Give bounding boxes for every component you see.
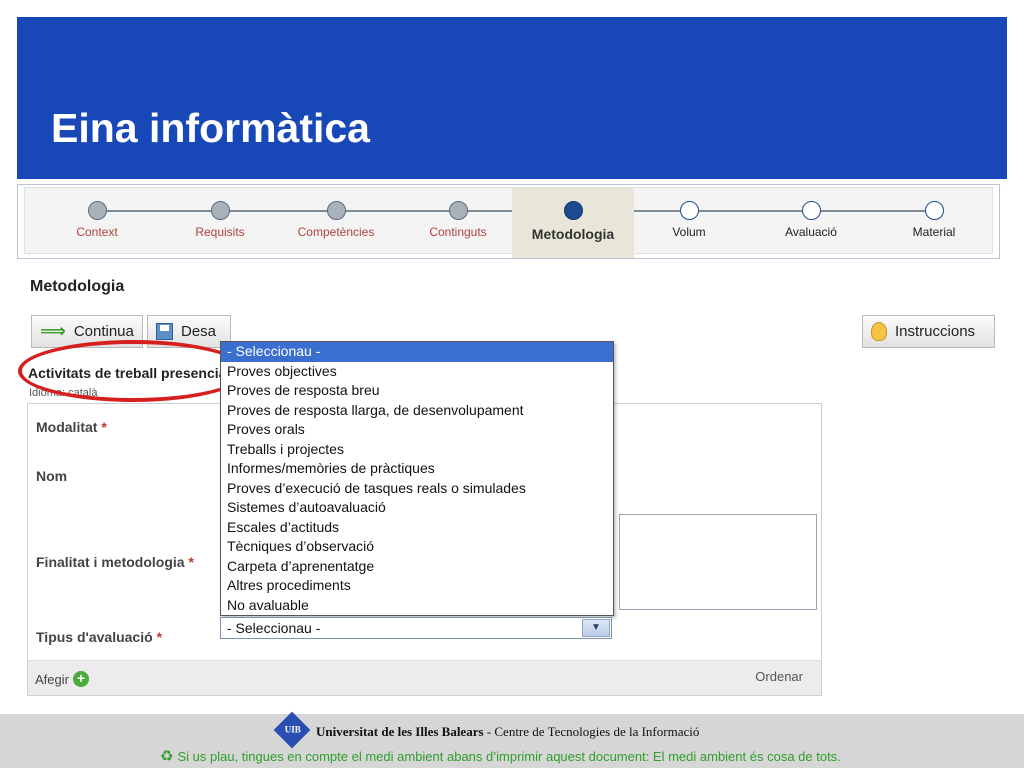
step-dot <box>88 201 107 220</box>
section-title: Metodologia <box>30 278 125 295</box>
footer-credits: Universitat de les Illes Balears - Centr… <box>316 724 699 740</box>
step-wizard-track: Context Requisits Competències Contingut… <box>24 187 993 258</box>
evaluation-type-select[interactable]: - Seleccionau - ▼ <box>220 617 612 639</box>
required-mark: * <box>156 629 163 645</box>
tipus-label: Tipus d'avaluació * <box>36 629 162 645</box>
highlight-ellipse <box>18 340 248 402</box>
dropdown-option[interactable]: Informes/memòries de pràctiques <box>221 459 613 479</box>
tipus-text: Tipus d'avaluació <box>36 629 153 645</box>
step-dot <box>564 201 583 220</box>
finalitat-label: Finalitat i metodologia * <box>36 554 194 570</box>
centre-name: - Centre de Tecnologies de la Informació <box>483 724 700 739</box>
step-label: Context <box>76 225 118 239</box>
form-footer: Afegir + Ordenar <box>28 660 821 695</box>
step-dot <box>449 201 468 220</box>
required-mark: * <box>101 419 107 435</box>
uib-logo: UIB <box>273 711 311 749</box>
step-label: Requisits <box>195 225 245 239</box>
page-footer: UIB Universitat de les Illes Balears - C… <box>0 711 1024 768</box>
step-continguts[interactable]: Continguts <box>397 188 519 258</box>
dropdown-option[interactable]: Altres procediments <box>221 576 613 596</box>
arrow-right-icon: ⟹ <box>40 321 66 341</box>
save-disk-icon <box>156 323 173 340</box>
dropdown-option[interactable]: Proves objectives <box>221 362 613 382</box>
select-value: - Seleccionau - <box>227 620 321 636</box>
step-label: Continguts <box>429 225 487 239</box>
step-label: Volum <box>672 225 706 239</box>
step-dot <box>802 201 821 220</box>
step-label: Metodologia <box>531 226 615 242</box>
instruccions-button[interactable]: Instruccions <box>862 315 995 348</box>
desa-label: Desa <box>181 323 217 340</box>
step-context[interactable]: Context <box>36 188 158 258</box>
dropdown-option[interactable]: Proves orals <box>221 420 613 440</box>
step-requisits[interactable]: Requisits <box>159 188 281 258</box>
dropdown-option[interactable]: Sistemes d’autoavaluació <box>221 498 613 518</box>
step-dot <box>680 201 699 220</box>
step-label: Competències <box>297 225 375 239</box>
modalitat-text: Modalitat <box>36 419 98 435</box>
step-competencies[interactable]: Competències <box>275 188 397 258</box>
eco-notice-text: Si us plau, tingues en compte el medi am… <box>177 748 841 764</box>
step-label: Avaluació <box>785 225 837 239</box>
required-mark: * <box>188 554 194 570</box>
dropdown-option[interactable]: No avaluable <box>221 596 613 616</box>
step-dot <box>327 201 346 220</box>
step-metodologia[interactable]: Metodologia <box>512 188 634 258</box>
chevron-down-icon[interactable]: ▼ <box>582 619 610 637</box>
page-heading: Eina informàtica <box>51 105 370 151</box>
instruccions-label: Instruccions <box>895 323 976 340</box>
title-banner: Eina informàtica <box>17 17 1007 179</box>
plus-icon: + <box>72 671 89 687</box>
evaluation-type-dropdown-list[interactable]: - Seleccionau - Proves objectives Proves… <box>220 341 614 616</box>
dropdown-option[interactable]: Proves de resposta breu <box>221 381 613 401</box>
eco-notice: ♻ Si us plau, tingues en compte el medi … <box>160 747 841 765</box>
dropdown-option[interactable]: - Seleccionau - <box>221 342 613 362</box>
step-avaluacio[interactable]: Avaluació <box>750 188 872 258</box>
step-dot <box>211 201 230 220</box>
dropdown-option[interactable]: Proves de resposta llarga, de desenvolup… <box>221 401 613 421</box>
step-dot <box>925 201 944 220</box>
dropdown-option[interactable]: Proves d’execució de tasques reals o sim… <box>221 479 613 499</box>
step-wizard: Context Requisits Competències Contingut… <box>17 184 1000 259</box>
uib-logo-text: UIB <box>284 724 301 735</box>
university-name: Universitat de les Illes Balears <box>316 724 484 739</box>
dropdown-option[interactable]: Treballs i projectes <box>221 440 613 460</box>
nom-label: Nom <box>36 468 68 484</box>
step-label: Material <box>912 225 956 239</box>
step-volum[interactable]: Volum <box>628 188 750 258</box>
ordenar-link[interactable]: Ordenar <box>755 669 803 684</box>
afegir-label: Afegir <box>35 671 69 687</box>
recycle-icon: ♻ <box>160 748 174 765</box>
dropdown-option[interactable]: Carpeta d’aprenentatge <box>221 557 613 577</box>
finalitat-text: Finalitat i metodologia <box>36 554 185 570</box>
lightbulb-icon <box>871 322 887 341</box>
continua-label: Continua <box>73 323 134 340</box>
modalitat-label: Modalitat * <box>36 419 107 435</box>
finalitat-textarea[interactable] <box>619 514 817 610</box>
step-material[interactable]: Material <box>873 188 995 258</box>
dropdown-option[interactable]: Escales d’actituds <box>221 518 613 538</box>
afegir-button[interactable]: Afegir + <box>35 671 89 687</box>
dropdown-option[interactable]: Tècniques d’observació <box>221 537 613 557</box>
